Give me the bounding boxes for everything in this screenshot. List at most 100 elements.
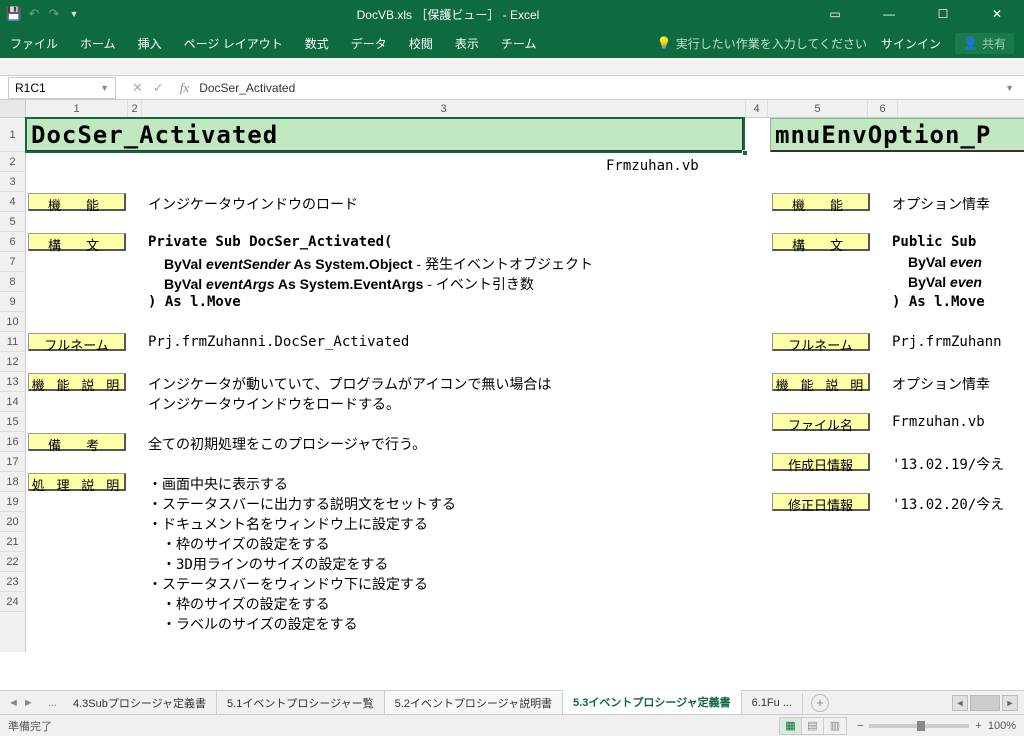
close-button[interactable]: ✕ (976, 0, 1018, 28)
minimize-button[interactable]: — (868, 0, 910, 28)
view-pagebreak-icon[interactable]: ▥ (824, 718, 846, 734)
label-proc[interactable]: 処 理 説 明 (28, 473, 126, 491)
cell[interactable]: ByVal eventArgs As System.EventArgs - イベ… (164, 274, 534, 294)
row-header[interactable]: 24 (0, 592, 25, 612)
sheet-tab[interactable]: 4.3Subプロシージャ定義書 (63, 691, 217, 715)
sheet-tab[interactable]: 5.1イベントプロシージャー覧 (217, 691, 385, 715)
cell[interactable]: ・画面中央に表示する (148, 474, 288, 494)
row-header[interactable]: 12 (0, 352, 25, 372)
ribbon-display-icon[interactable]: ▭ (814, 0, 856, 28)
cell-title-right[interactable]: mnuEnvOption_P (770, 118, 1024, 152)
hscroll-thumb[interactable] (970, 695, 1000, 711)
tab-formulas[interactable]: 数式 (305, 35, 329, 52)
view-normal-icon[interactable]: ▦ (780, 718, 802, 734)
row-header[interactable]: 8 (0, 272, 25, 292)
save-icon[interactable]: 💾 (6, 6, 22, 22)
tab-team[interactable]: チーム (501, 35, 537, 52)
tab-data[interactable]: データ (351, 35, 387, 52)
row-header[interactable]: 13 (0, 372, 25, 392)
cell[interactable]: インジケータが動いていて、プログラムがアイコンで無い場合は (148, 374, 551, 394)
undo-icon[interactable]: ↶ (26, 6, 42, 22)
row-header[interactable]: 22 (0, 552, 25, 572)
signin-link[interactable]: サインイン (881, 35, 941, 52)
scroll-right-icon[interactable]: ► (1002, 695, 1018, 711)
maximize-button[interactable]: ☐ (922, 0, 964, 28)
cell[interactable]: ) As l.Move (148, 294, 241, 310)
cell[interactable]: Prj.frmZuhanni.DocSer_Activated (148, 334, 409, 350)
label-full-r[interactable]: フルネーム (772, 333, 870, 351)
expand-formula-icon[interactable]: ▼ (1005, 83, 1014, 93)
tab-pagelayout[interactable]: ページ レイアウト (184, 35, 283, 52)
tab-nav-prev-icon[interactable]: ◄ (8, 697, 19, 709)
row-header[interactable]: 16 (0, 432, 25, 452)
cell[interactable]: '13.02.19/今え (892, 454, 1004, 474)
row-header[interactable]: 15 (0, 412, 25, 432)
cell[interactable]: オプション情幸 (892, 194, 990, 214)
formula-bar[interactable]: DocSer_Activated (199, 81, 1005, 95)
tell-me-search[interactable]: 💡 実行したい作業を入力してください (657, 35, 867, 52)
col-header[interactable]: 5 (768, 100, 868, 117)
cell-title[interactable]: DocSer_Activated (26, 118, 744, 152)
chevron-down-icon[interactable]: ▼ (100, 83, 109, 93)
cell[interactable]: インジケータウインドウをロードする。 (148, 394, 400, 414)
cell[interactable]: Public Sub (892, 234, 976, 250)
zoom-out-button[interactable]: − (857, 720, 863, 732)
sheet-tab[interactable]: 6.1Fu ... (742, 693, 803, 713)
row-header[interactable]: 19 (0, 492, 25, 512)
row-header[interactable]: 3 (0, 172, 25, 192)
zoom-slider[interactable] (869, 724, 969, 728)
tab-home[interactable]: ホーム (80, 35, 116, 52)
cell[interactable]: ByVal even (908, 254, 982, 271)
col-header[interactable]: 4 (746, 100, 768, 117)
cell[interactable]: Frmzuhan.vb (606, 158, 699, 174)
sheet-tab-active[interactable]: 5.3イベントプロシージャ定義書 (563, 690, 742, 716)
cell[interactable]: ・3D用ラインのサイズの設定をする (148, 554, 388, 574)
cell[interactable]: ・ラベルのサイズの設定をする (148, 614, 358, 634)
row-header[interactable]: 21 (0, 532, 25, 552)
label-desc-r[interactable]: 機 能 説 明 (772, 373, 870, 391)
cell[interactable]: Prj.frmZuhann (892, 334, 1002, 350)
cell[interactable]: ByVal even (908, 274, 982, 291)
cell[interactable]: オプション情幸 (892, 374, 990, 394)
cell[interactable]: ・ステータスバーに出力する説明文をセットする (148, 494, 456, 514)
cell[interactable]: '13.02.20/今え (892, 494, 1004, 514)
row-header[interactable]: 23 (0, 572, 25, 592)
row-header[interactable]: 7 (0, 252, 25, 272)
label-func-r[interactable]: 機 能 (772, 193, 870, 211)
view-pagelayout-icon[interactable]: ▤ (802, 718, 824, 734)
fill-handle[interactable] (742, 150, 748, 156)
label-fullname[interactable]: フルネーム (28, 333, 126, 351)
cell[interactable]: ) As l.Move (892, 294, 985, 310)
qat-dropdown-icon[interactable]: ▼ (66, 6, 82, 22)
row-header[interactable]: 6 (0, 232, 25, 252)
cancel-formula-icon[interactable]: ✕ (132, 80, 143, 96)
tab-review[interactable]: 校閲 (409, 35, 433, 52)
tab-overflow-icon[interactable]: ... (42, 697, 63, 709)
label-desc[interactable]: 機 能 説 明 (28, 373, 126, 391)
label-file-r[interactable]: ファイル名 (772, 413, 870, 431)
zoom-in-button[interactable]: + (975, 720, 981, 732)
row-header[interactable]: 17 (0, 452, 25, 472)
share-button[interactable]: 👤 共有 (955, 33, 1014, 54)
row-header[interactable]: 14 (0, 392, 25, 412)
row-header[interactable]: 11 (0, 332, 25, 352)
tab-view[interactable]: 表示 (455, 35, 479, 52)
tab-insert[interactable]: 挿入 (138, 35, 162, 52)
row-header[interactable]: 2 (0, 152, 25, 172)
row-header[interactable]: 1 (0, 118, 25, 152)
cell[interactable]: ・枠のサイズの設定をする (148, 594, 330, 614)
tab-file[interactable]: ファイル (10, 35, 58, 52)
zoom-level[interactable]: 100% (988, 720, 1016, 732)
cell[interactable]: 全ての初期処理をこのプロシージャで行う。 (148, 434, 426, 454)
row-header[interactable]: 10 (0, 312, 25, 332)
sheet-tab[interactable]: 5.2イベントプロシージャ説明書 (385, 691, 564, 715)
grid-cells[interactable]: DocSer_Activated mnuEnvOption_P Frmzuhan… (26, 118, 1024, 652)
col-header[interactable]: 3 (142, 100, 746, 117)
col-header[interactable]: 2 (128, 100, 142, 117)
cell[interactable]: Private Sub DocSer_Activated( (148, 234, 392, 250)
row-header[interactable]: 18 (0, 472, 25, 492)
row-header[interactable]: 5 (0, 212, 25, 232)
cell[interactable]: ・ドキュメント名をウィンドウ上に設定する (148, 514, 428, 534)
cell[interactable]: ByVal eventSender As System.Object - 発生イ… (164, 254, 593, 274)
add-sheet-button[interactable]: + (811, 694, 829, 712)
